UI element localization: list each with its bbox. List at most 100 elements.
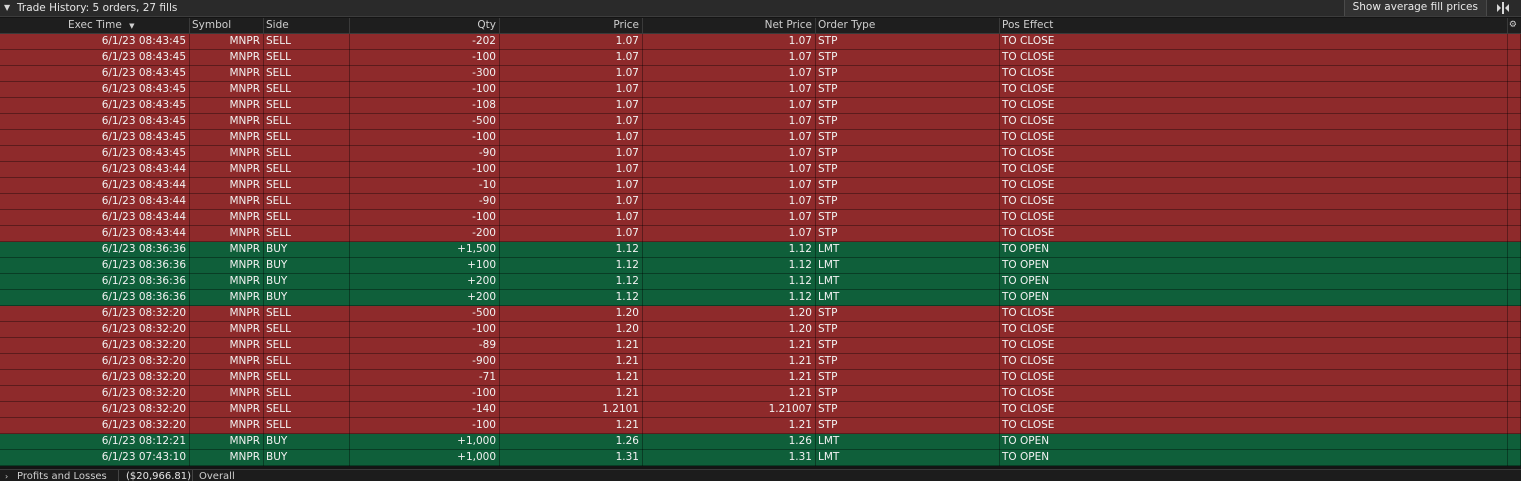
- table-row[interactable]: 6/1/23 08:32:20 MNPR SELL -100 1.21 1.21 STP TO…: [0, 386, 1521, 402]
- net-price-cell: 1.12: [643, 258, 816, 274]
- column-header-net-price[interactable]: Net Price: [643, 18, 816, 34]
- pos-effect-cell: TO CLOSE: [1000, 418, 1508, 434]
- row-end-cell: [1508, 146, 1521, 162]
- column-header-order-type[interactable]: Order Type: [816, 18, 1000, 34]
- qty-cell: -100: [350, 386, 500, 402]
- net-price-cell: 1.07: [643, 66, 816, 82]
- pnl-scope-selector[interactable]: Overall: [199, 470, 235, 481]
- table-row[interactable]: 6/1/23 08:43:44 MNPR SELL -100 1.07 1.07 STP TO…: [0, 210, 1521, 226]
- column-header-side[interactable]: Side: [264, 18, 350, 34]
- price-cell: 1.21: [500, 338, 643, 354]
- table-row[interactable]: 6/1/23 08:43:44 MNPR SELL -10 1.07 1.07 STP TO …: [0, 178, 1521, 194]
- pos-effect-cell: TO CLOSE: [1000, 386, 1508, 402]
- table-row[interactable]: 6/1/23 08:43:45 MNPR SELL -100 1.07 1.07 STP TO…: [0, 50, 1521, 66]
- table-row[interactable]: 6/1/23 08:36:36 MNPR BUY +100 1.12 1.12 LMT TO …: [0, 258, 1521, 274]
- table-row[interactable]: 6/1/23 08:32:20 MNPR SELL -71 1.21 1.21 STP TO …: [0, 370, 1521, 386]
- pos-effect-cell: TO OPEN: [1000, 274, 1508, 290]
- order-type-cell: STP: [816, 114, 1000, 130]
- exec-time-cell: 6/1/23 08:43:44: [0, 226, 190, 242]
- pos-effect-cell: TO CLOSE: [1000, 146, 1508, 162]
- table-row[interactable]: 6/1/23 08:32:20 MNPR SELL -100 1.21 1.21 STP TO…: [0, 418, 1521, 434]
- exec-time-cell: 6/1/23 08:43:45: [0, 130, 190, 146]
- price-cell: 1.07: [500, 66, 643, 82]
- table-row[interactable]: 6/1/23 07:43:10 MNPR BUY +1,000 1.31 1.31 LMT T…: [0, 450, 1521, 466]
- order-type-cell: STP: [816, 306, 1000, 322]
- table-row[interactable]: 6/1/23 08:12:21 MNPR BUY +1,000 1.26 1.26 LMT T…: [0, 434, 1521, 450]
- table-row[interactable]: 6/1/23 08:43:44 MNPR SELL -100 1.07 1.07 STP TO…: [0, 162, 1521, 178]
- symbol-cell: MNPR: [190, 322, 264, 338]
- order-type-cell: LMT: [816, 258, 1000, 274]
- exec-time-cell: 6/1/23 08:43:45: [0, 146, 190, 162]
- qty-cell: -100: [350, 82, 500, 98]
- show-average-fill-prices-button[interactable]: Show average fill prices: [1343, 0, 1487, 16]
- pos-effect-cell: TO OPEN: [1000, 258, 1508, 274]
- table-row[interactable]: 6/1/23 08:43:45 MNPR SELL -108 1.07 1.07 STP TO…: [0, 98, 1521, 114]
- price-cell: 1.20: [500, 322, 643, 338]
- price-cell: 1.07: [500, 226, 643, 242]
- order-type-cell: STP: [816, 162, 1000, 178]
- side-cell: BUY: [264, 434, 350, 450]
- side-cell: SELL: [264, 226, 350, 242]
- exec-time-cell: 6/1/23 08:32:20: [0, 322, 190, 338]
- order-type-cell: STP: [816, 402, 1000, 418]
- exec-time-cell: 6/1/23 08:32:20: [0, 370, 190, 386]
- row-end-cell: [1508, 66, 1521, 82]
- side-cell: SELL: [264, 210, 350, 226]
- table-row[interactable]: 6/1/23 08:43:45 MNPR SELL -202 1.07 1.07 STP TO…: [0, 34, 1521, 50]
- price-cell: 1.12: [500, 242, 643, 258]
- table-row[interactable]: 6/1/23 08:43:44 MNPR SELL -90 1.07 1.07 STP TO …: [0, 194, 1521, 210]
- split-view-icon[interactable]: [1496, 2, 1510, 14]
- table-row[interactable]: 6/1/23 08:36:36 MNPR BUY +1,500 1.12 1.12 LMT T…: [0, 242, 1521, 258]
- qty-cell: -140: [350, 402, 500, 418]
- price-cell: 1.21: [500, 370, 643, 386]
- table-row[interactable]: 6/1/23 08:43:45 MNPR SELL -100 1.07 1.07 STP TO…: [0, 130, 1521, 146]
- table-row[interactable]: 6/1/23 08:32:20 MNPR SELL -89 1.21 1.21 STP TO …: [0, 338, 1521, 354]
- table-row[interactable]: 6/1/23 08:32:20 MNPR SELL -900 1.21 1.21 STP TO…: [0, 354, 1521, 370]
- table-row[interactable]: 6/1/23 08:43:45 MNPR SELL -500 1.07 1.07 STP TO…: [0, 114, 1521, 130]
- profits-and-losses-label[interactable]: Profits and Losses: [17, 470, 107, 481]
- chevron-down-icon[interactable]: ▼: [4, 3, 10, 12]
- pos-effect-cell: TO CLOSE: [1000, 226, 1508, 242]
- qty-cell: -100: [350, 210, 500, 226]
- pos-effect-cell: TO CLOSE: [1000, 306, 1508, 322]
- exec-time-cell: 6/1/23 07:43:10: [0, 450, 190, 466]
- column-header-symbol[interactable]: Symbol: [190, 18, 264, 34]
- side-cell: SELL: [264, 146, 350, 162]
- gear-icon[interactable]: ⚙: [1509, 20, 1517, 30]
- side-cell: SELL: [264, 130, 350, 146]
- symbol-cell: MNPR: [190, 370, 264, 386]
- net-price-cell: 1.07: [643, 82, 816, 98]
- symbol-cell: MNPR: [190, 98, 264, 114]
- table-row[interactable]: 6/1/23 08:36:36 MNPR BUY +200 1.12 1.12 LMT TO …: [0, 290, 1521, 306]
- profits-and-losses-bar: › Profits and Losses ($20,966.81) Overal…: [0, 469, 1521, 481]
- table-row[interactable]: 6/1/23 08:43:45 MNPR SELL -90 1.07 1.07 STP TO …: [0, 146, 1521, 162]
- column-header-price[interactable]: Price: [500, 18, 643, 34]
- pos-effect-cell: TO CLOSE: [1000, 82, 1508, 98]
- trade-history-header: ▼ Trade History: 5 orders, 27 fills Show…: [0, 0, 1521, 17]
- table-row[interactable]: 6/1/23 08:43:45 MNPR SELL -300 1.07 1.07 STP TO…: [0, 66, 1521, 82]
- row-end-cell: [1508, 434, 1521, 450]
- column-header-qty[interactable]: Qty: [350, 18, 500, 34]
- table-row[interactable]: 6/1/23 08:32:20 MNPR SELL -100 1.20 1.20 STP TO…: [0, 322, 1521, 338]
- column-header-pos-effect[interactable]: Pos Effect: [1000, 18, 1508, 34]
- side-cell: BUY: [264, 450, 350, 466]
- row-end-cell: [1508, 34, 1521, 50]
- chevron-right-icon[interactable]: ›: [5, 470, 8, 481]
- table-row[interactable]: 6/1/23 08:32:20 MNPR SELL -140 1.2101 1.21007…: [0, 402, 1521, 418]
- table-row[interactable]: 6/1/23 08:32:20 MNPR SELL -500 1.20 1.20 STP TO…: [0, 306, 1521, 322]
- exec-time-cell: 6/1/23 08:43:45: [0, 82, 190, 98]
- row-end-cell: [1508, 210, 1521, 226]
- table-row[interactable]: 6/1/23 08:43:45 MNPR SELL -100 1.07 1.07 STP TO…: [0, 82, 1521, 98]
- symbol-cell: MNPR: [190, 258, 264, 274]
- net-price-cell: 1.21: [643, 370, 816, 386]
- pos-effect-cell: TO CLOSE: [1000, 114, 1508, 130]
- table-row[interactable]: 6/1/23 08:36:36 MNPR BUY +200 1.12 1.12 LMT TO …: [0, 274, 1521, 290]
- price-cell: 1.21: [500, 386, 643, 402]
- row-end-cell: [1508, 354, 1521, 370]
- symbol-cell: MNPR: [190, 402, 264, 418]
- qty-cell: -202: [350, 34, 500, 50]
- order-type-cell: STP: [816, 226, 1000, 242]
- column-header-exec-time[interactable]: Exec Time ▼: [0, 18, 190, 34]
- table-row[interactable]: 6/1/23 08:43:44 MNPR SELL -200 1.07 1.07 STP TO…: [0, 226, 1521, 242]
- exec-time-cell: 6/1/23 08:43:45: [0, 114, 190, 130]
